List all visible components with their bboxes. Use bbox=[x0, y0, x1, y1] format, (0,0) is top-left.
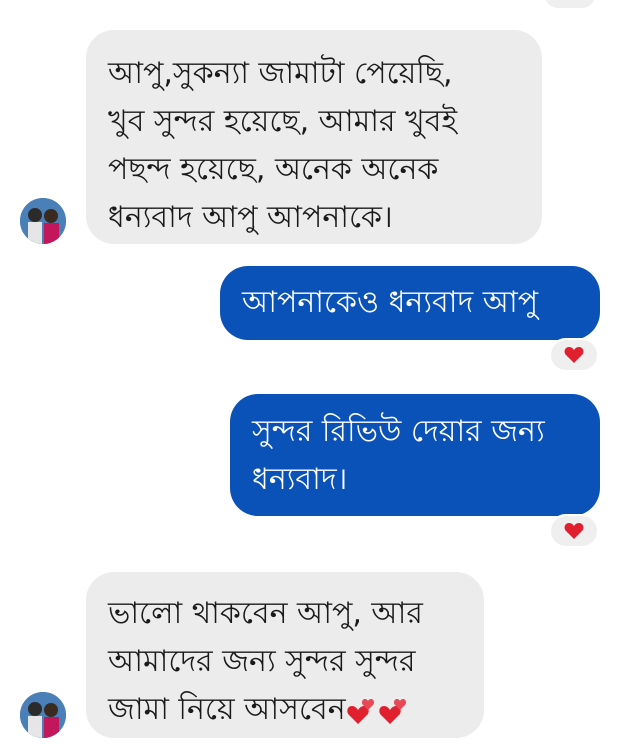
heart-icon bbox=[564, 523, 584, 539]
outgoing-message-bubble[interactable]: আপনাকেও ধন্যবাদ আপু bbox=[220, 266, 600, 340]
reaction-badge[interactable] bbox=[549, 514, 599, 548]
avatar-photo-icon bbox=[20, 198, 66, 244]
chat-thread: আপু,সুকন্যা জামাটা পেয়েছি, খুব সুন্দর হ… bbox=[0, 0, 640, 750]
contact-avatar[interactable] bbox=[20, 198, 66, 244]
incoming-message-bubble[interactable]: আপু,সুকন্যা জামাটা পেয়েছি, খুব সুন্দর হ… bbox=[86, 30, 542, 244]
two-hearts-icon bbox=[378, 698, 406, 724]
two-hearts-icon bbox=[346, 698, 374, 724]
message-line: জামা নিয়ে আসবেন bbox=[108, 686, 462, 734]
incoming-message-bubble[interactable]: ভালো থাকবেন আপু, আর আমাদের জন্য সুন্দর স… bbox=[86, 572, 484, 738]
avatar-photo-icon bbox=[20, 692, 66, 738]
reaction-badge-partial[interactable] bbox=[545, 0, 595, 8]
message-line-text: জামা নিয়ে আসবেন bbox=[108, 692, 346, 727]
contact-avatar[interactable] bbox=[20, 692, 66, 738]
heart-icon bbox=[564, 347, 584, 363]
message-line: ভালো থাকবেন আপু, আর bbox=[108, 596, 423, 631]
reaction-badge[interactable] bbox=[549, 338, 599, 372]
message-line: আমাদের জন্য সুন্দর সুন্দর bbox=[108, 644, 416, 679]
outgoing-message-bubble[interactable]: সুন্দর রিভিউ দেয়ার জন্য ধন্যবাদ। bbox=[230, 394, 600, 516]
